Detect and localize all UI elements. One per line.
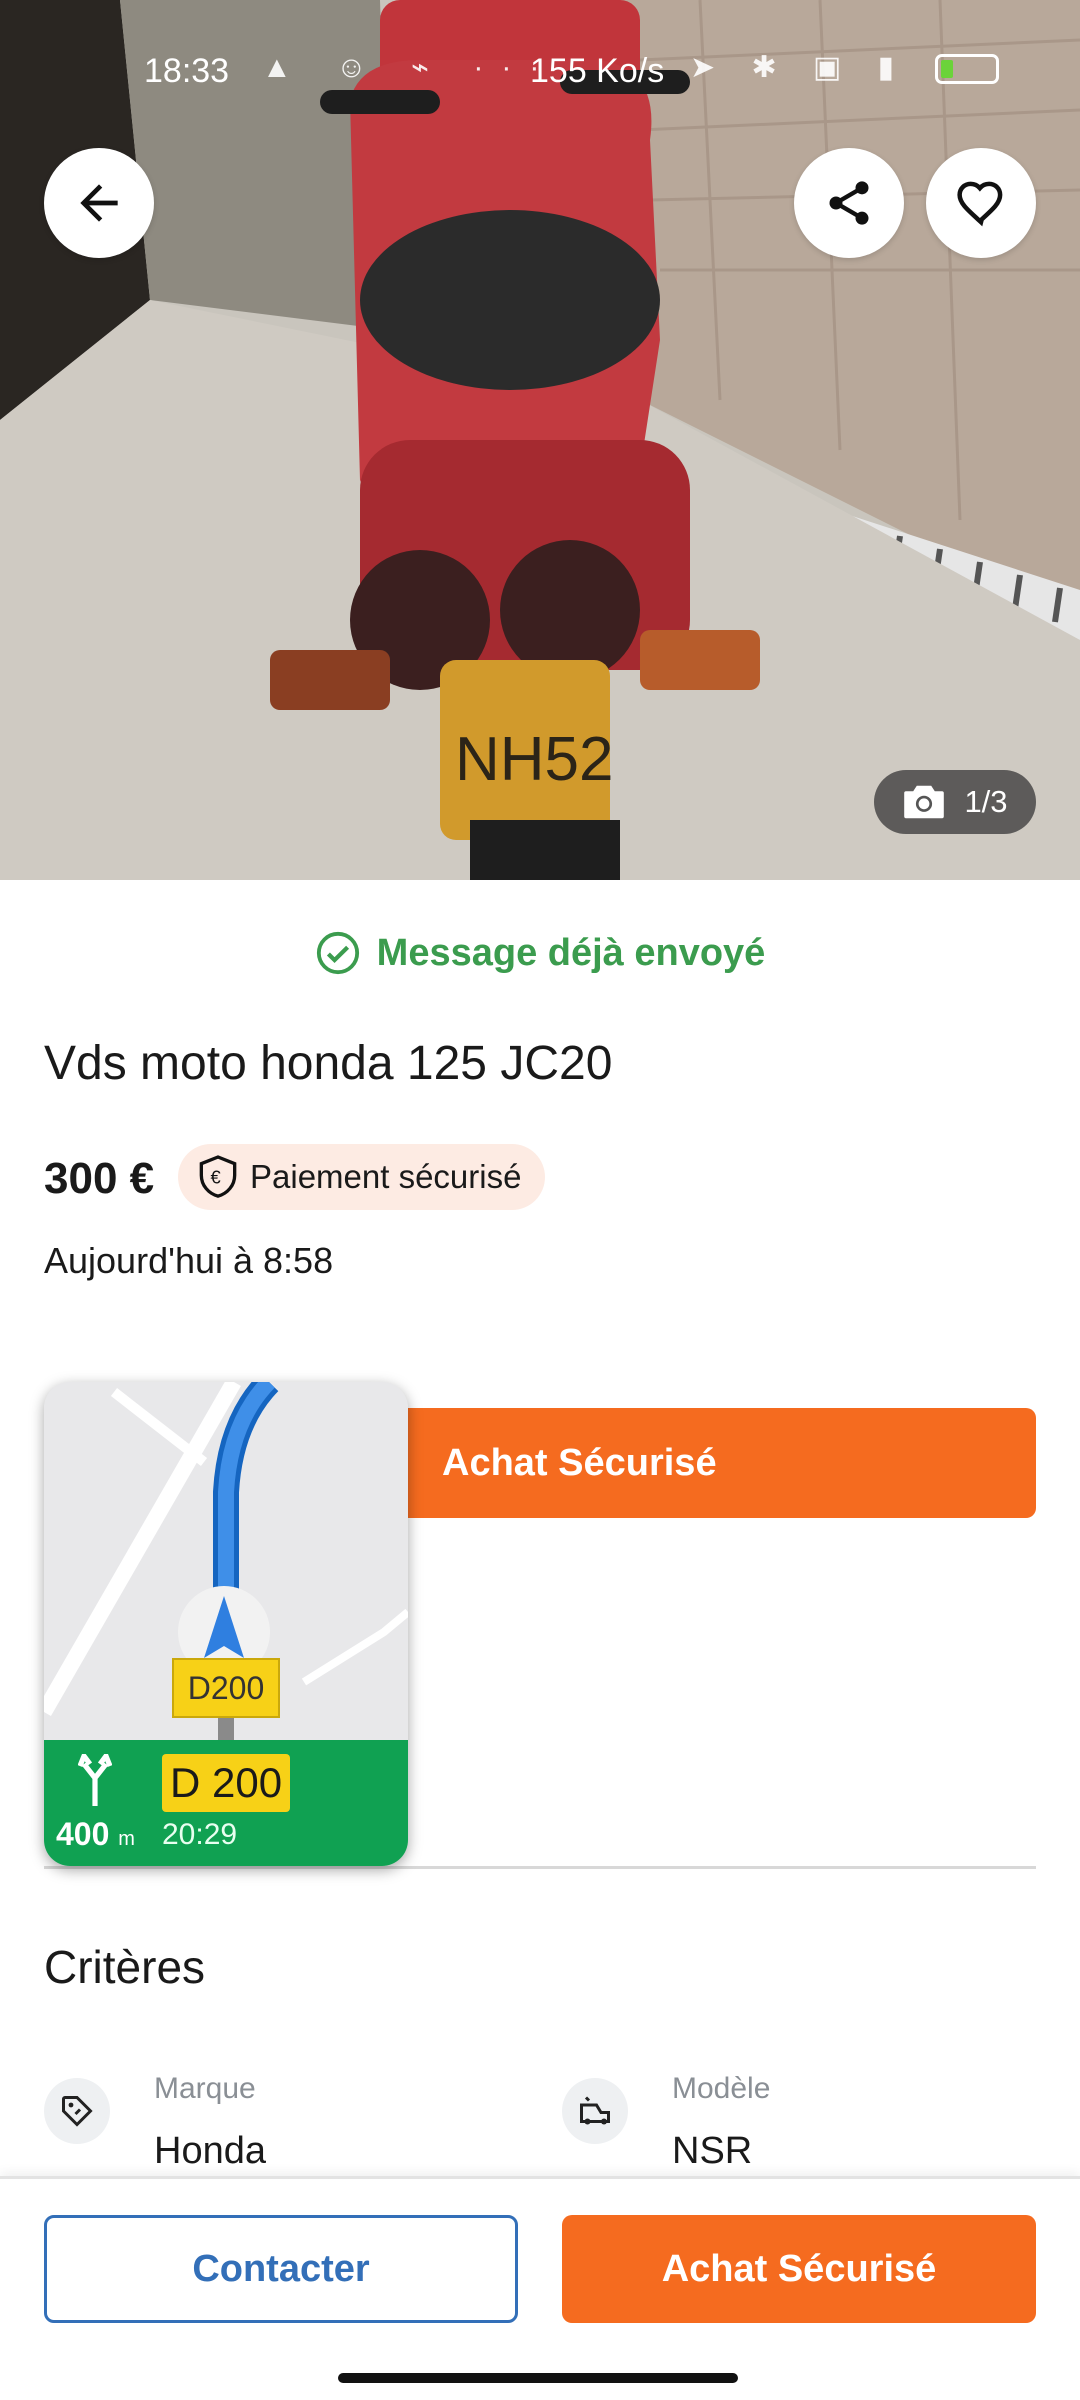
achat-securise-bottom-button[interactable]: Achat Sécurisé [562,2215,1036,2323]
achat-securise-button[interactable]: Achat Sécurisé [380,1408,1036,1518]
photo-counter-text: 1/3 [964,784,1008,819]
share-icon [829,181,869,225]
back-button[interactable] [44,148,154,258]
section-divider [44,1866,1036,1869]
status-time: 18:33 [144,52,230,90]
secure-payment-label: Paiement sécurisé [250,1158,522,1195]
arrow-left-icon [80,184,118,222]
heart-icon [957,181,1003,227]
navigation-distance: 400 m [56,1816,135,1852]
listing-photo[interactable]: NH52 18:33 ▲ ☺ ⌁ ··· 155 Ko/s ➤ ✱ ▣ ▮ 1/… [0,0,1080,880]
navigation-eta: 20:29 [162,1818,238,1851]
map-road-label: D200 [172,1658,280,1718]
tag-icon [44,2078,110,2144]
check-circle-icon [316,931,359,975]
criteria-value-modele: NSR [672,2130,753,2172]
listing-title: Vds moto honda 125 JC20 [44,1037,613,1090]
shield-euro-icon: € [199,1155,237,1198]
navigation-overlay[interactable]: D200 400 m D 200 20:29 [44,1382,408,1866]
secure-payment-badge: € Paiement sécurisé [178,1144,546,1210]
home-indicator[interactable] [338,2373,738,2383]
navigation-road-sign: D 200 [162,1754,291,1812]
criteria-label-modele: Modèle [672,2072,771,2105]
message-sent-status: Message déjà envoyé [0,930,1080,976]
favorite-button[interactable] [926,148,1036,258]
navigation-instruction-bar: 400 m D 200 20:29 [44,1740,408,1866]
status-bar: 18:33 ▲ ☺ ⌁ ··· 155 Ko/s ➤ ✱ ▣ ▮ [0,40,1080,100]
photo-counter: 1/3 [874,770,1036,834]
battery-icon [935,54,999,84]
share-button[interactable] [794,148,904,258]
bottom-action-bar: Contacter Achat Sécurisé [0,2176,1080,2400]
status-notification-icons: ▲ ☺ ⌁ ··· [262,51,558,84]
car-icon [562,2078,628,2144]
svg-text:€: € [211,1167,221,1188]
criteria-value-marque: Honda [154,2130,266,2172]
message-sent-text: Message déjà envoyé [376,931,766,974]
motorcycle-photo: NH52 [0,0,1080,880]
criteria-label-marque: Marque [154,2072,256,2105]
listing-date: Aujourd'hui à 8:58 [44,1240,334,1281]
contact-button[interactable]: Contacter [44,2215,518,2323]
status-system-icons: ➤ ✱ ▣ ▮ [690,51,909,84]
status-network-speed: 155 Ko/s [530,52,665,90]
fork-direction-icon [78,1754,112,1806]
camera-icon [904,785,945,819]
listing-price: 300 € [44,1154,155,1203]
criteria-heading: Critères [44,1941,206,1993]
svg-text:NH52: NH52 [455,725,614,794]
